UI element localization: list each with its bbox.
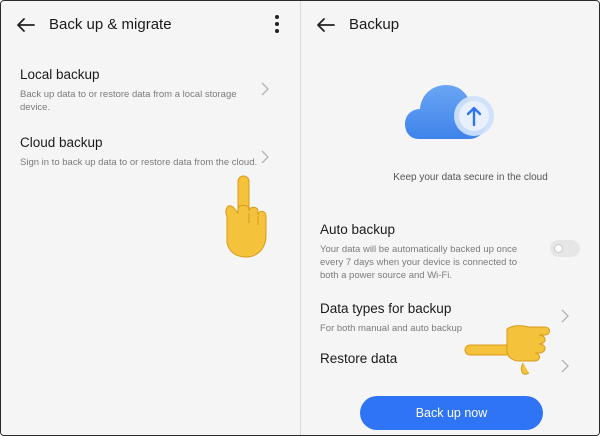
page-title: Backup [349,16,400,33]
top-bar: Backup [301,1,599,49]
pointing-hand-icon [225,175,267,258]
backup-screen: Backup Keep your data secure in the clou… [301,1,599,435]
auto-backup-label: Auto backup [320,222,396,237]
top-bar: Back up & migrate [1,1,300,49]
local-backup-label: Local backup [20,67,100,82]
cloud-backup-description: Sign in to back up data to or restore da… [20,157,258,168]
local-backup-item[interactable]: Local backup Back up data to or restore … [20,67,286,114]
auto-backup-item: Auto backup Your data will be automatica… [320,222,586,282]
backup-caption: Keep your data secure in the cloud [301,172,599,183]
back-up-now-button[interactable]: Back up now [360,396,543,430]
more-vertical-icon[interactable] [274,15,280,35]
caption-text: Keep your data secure in the cloud [393,172,548,183]
back-arrow-icon[interactable] [315,14,337,36]
cloud-backup-label: Cloud backup [20,135,103,150]
data-types-label: Data types for backup [320,301,452,316]
chevron-right-icon [261,150,269,164]
page-title: Back up & migrate [49,16,172,33]
cloud-upload-icon [405,85,494,139]
auto-backup-toggle[interactable] [550,240,580,257]
back-arrow-icon[interactable] [15,14,37,36]
chevron-right-icon [261,82,269,96]
pointing-hand-icon [464,325,550,375]
cloud-backup-item[interactable]: Cloud backup Sign in to back up data to … [20,135,286,169]
chevron-right-icon [561,309,569,323]
screenshot-frame: Back up & migrate Local backup Back up d… [0,0,600,436]
chevron-right-icon [561,359,569,373]
auto-backup-description: Your data will be automatically backed u… [320,244,518,281]
local-backup-description: Back up data to or restore data from a l… [20,89,237,113]
back-up-migrate-screen: Back up & migrate Local backup Back up d… [1,1,300,435]
toggle-knob [554,244,563,253]
